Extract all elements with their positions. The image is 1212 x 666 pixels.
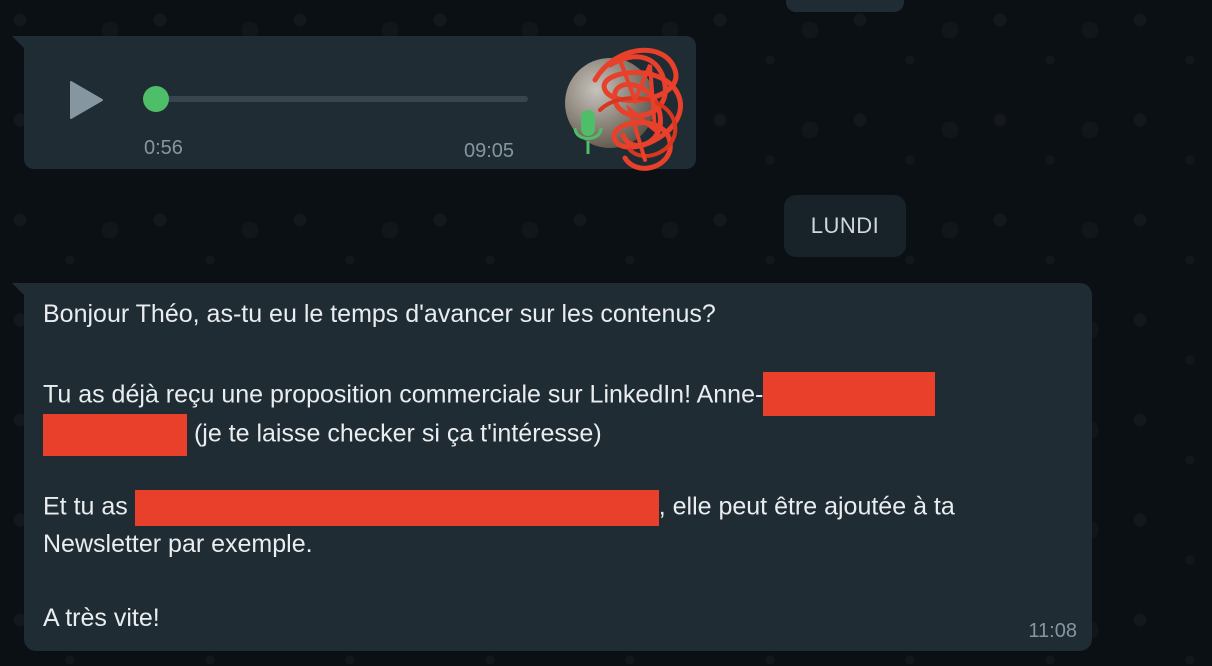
message-line: A très vite! [43, 603, 160, 633]
message-text: Tu as déjà reçu une proposition commerci… [43, 380, 764, 409]
play-icon [70, 81, 103, 119]
message-line: Bonjour Théo, as-tu eu le temps d'avance… [43, 299, 716, 329]
voice-message-bubble: 0:56 09:05 [12, 36, 696, 171]
redaction-box [43, 414, 187, 456]
voice-progress-knob[interactable] [143, 86, 169, 112]
play-button[interactable] [68, 80, 104, 120]
message-text: Bonjour Théo, as-tu eu le temps d'avance… [43, 300, 716, 328]
message-text: Newsletter par exemple. [43, 530, 313, 558]
microphone-icon [573, 110, 603, 154]
voice-progress-track[interactable] [143, 86, 528, 112]
previous-message-stub [786, 0, 904, 12]
message-line: Newsletter par exemple. [43, 529, 313, 559]
voice-duration: 0:56 [144, 137, 183, 159]
bubble-tail [12, 283, 26, 297]
message-text: Et tu as [43, 492, 135, 521]
redaction-box [134, 490, 659, 526]
day-divider-label: LUNDI [810, 213, 880, 238]
bubble-tail [12, 36, 26, 50]
message-line: (je te laisse checker si ça t'intéresse) [43, 414, 602, 456]
text-message-bubble: Bonjour Théo, as-tu eu le temps d'avance… [12, 283, 1092, 651]
message-text: A très vite! [43, 604, 160, 632]
message-line: Et tu as , elle peut être ajoutée à ta [43, 490, 955, 526]
day-divider: LUNDI [784, 195, 906, 257]
message-text: , elle peut être ajoutée à ta [658, 492, 955, 521]
redaction-box [763, 372, 936, 416]
voice-message-time: 09:05 [464, 140, 515, 162]
message-text: (je te laisse checker si ça t'intéresse) [187, 419, 602, 448]
message-time: 11:08 [1028, 620, 1077, 642]
message-line: Tu as déjà reçu une proposition commerci… [43, 372, 936, 416]
